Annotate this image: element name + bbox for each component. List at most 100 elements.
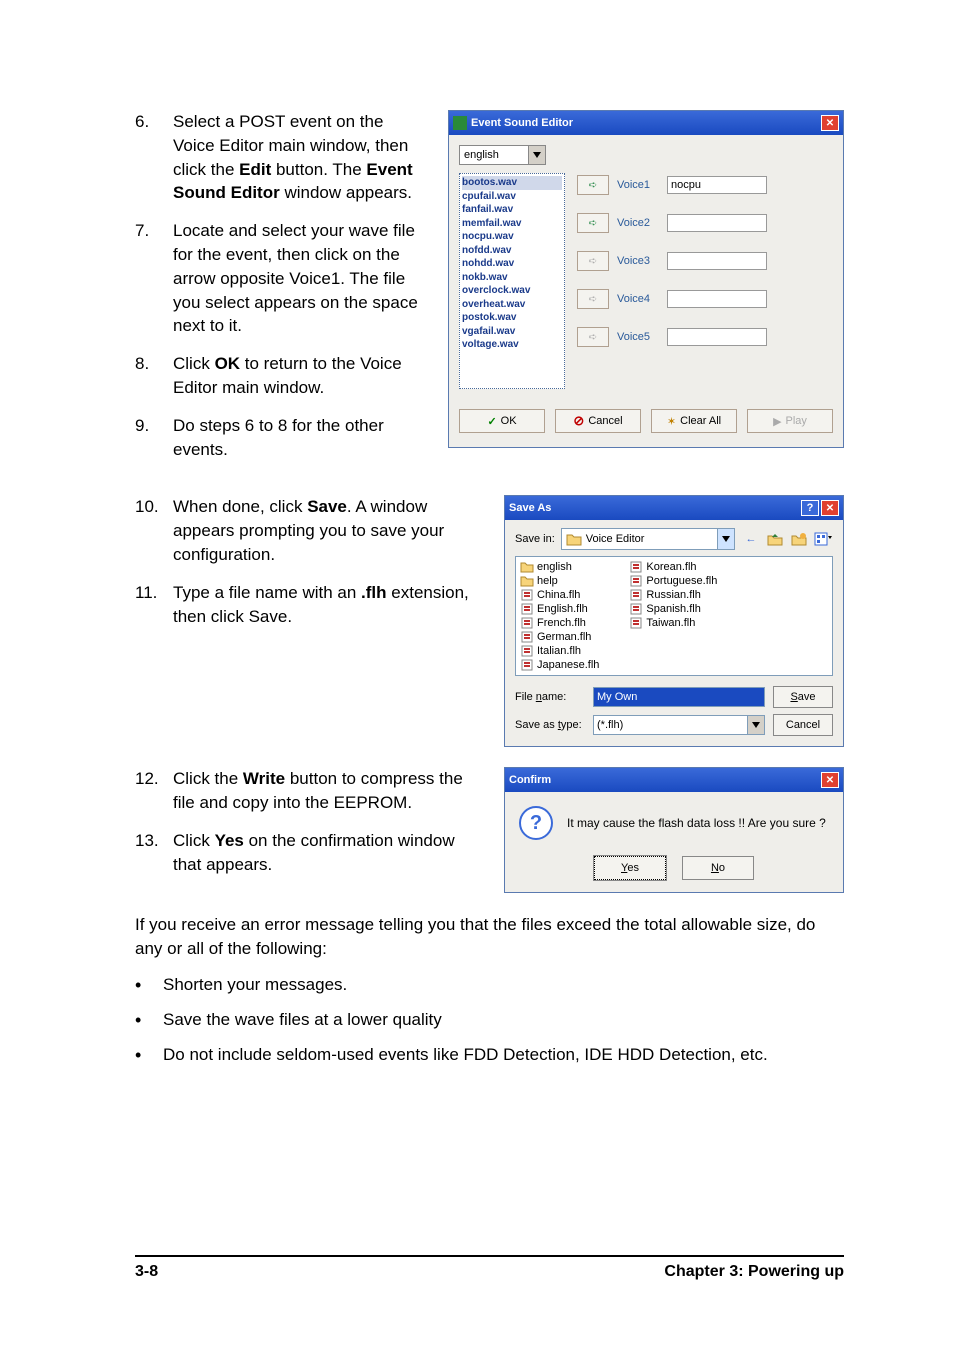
- file-item[interactable]: Russian.flh: [629, 589, 717, 601]
- filetype-input[interactable]: [593, 715, 748, 735]
- language-value: english: [460, 149, 528, 161]
- wav-file-item[interactable]: nocpu.wav: [462, 230, 562, 244]
- play-icon: ▶: [773, 415, 781, 428]
- cancel-button[interactable]: ⊘Cancel: [555, 409, 641, 433]
- wav-file-item[interactable]: fanfail.wav: [462, 203, 562, 217]
- back-icon[interactable]: ←: [741, 529, 761, 549]
- chapter-title: Chapter 3: Powering up: [664, 1263, 844, 1281]
- assign-arrow-button[interactable]: ➪: [577, 175, 609, 195]
- wav-file-list[interactable]: bootos.wavcpufail.wavfanfail.wavmemfail.…: [459, 173, 565, 389]
- cancel-button[interactable]: Cancel: [773, 714, 833, 736]
- wav-file-item[interactable]: bootos.wav: [462, 176, 562, 190]
- save-in-dropdown[interactable]: Voice Editor: [561, 528, 735, 550]
- file-item[interactable]: Spanish.flh: [629, 603, 717, 615]
- voice-input[interactable]: [667, 214, 767, 232]
- wav-file-item[interactable]: cpufail.wav: [462, 190, 562, 204]
- bullet-item: •Do not include seldom-used events like …: [135, 1043, 844, 1068]
- file-item[interactable]: Italian.flh: [520, 645, 599, 657]
- wav-file-item[interactable]: nofdd.wav: [462, 244, 562, 258]
- assign-arrow-button[interactable]: ➪: [577, 289, 609, 309]
- file-item[interactable]: German.flh: [520, 631, 599, 643]
- chevron-down-icon[interactable]: [748, 715, 765, 735]
- yes-button[interactable]: Yes: [594, 856, 666, 880]
- assign-arrow-button[interactable]: ➪: [577, 327, 609, 347]
- file-item[interactable]: French.flh: [520, 617, 599, 629]
- voice-label: Voice4: [617, 293, 659, 305]
- chevron-down-icon[interactable]: [528, 146, 545, 164]
- help-icon[interactable]: ?: [801, 500, 819, 516]
- file-item[interactable]: Korean.flh: [629, 561, 717, 573]
- wav-file-item[interactable]: postok.wav: [462, 311, 562, 325]
- file-item[interactable]: English.flh: [520, 603, 599, 615]
- file-list[interactable]: english help China.flh English.flh French.fl…: [515, 556, 833, 676]
- no-button[interactable]: No: [682, 856, 754, 880]
- confirm-titlebar[interactable]: Confirm ✕: [505, 768, 843, 792]
- filename-input[interactable]: [593, 687, 765, 707]
- voice-input[interactable]: [667, 176, 767, 194]
- check-icon: ✓: [487, 415, 496, 428]
- voice-row: ➪Voice5: [577, 327, 833, 347]
- up-folder-icon[interactable]: [765, 529, 785, 549]
- assign-arrow-button[interactable]: ➪: [577, 251, 609, 271]
- close-icon[interactable]: ✕: [821, 115, 839, 131]
- voice-label: Voice1: [617, 179, 659, 191]
- save-as-dialog: Save As ? ✕ Save in: Voice Editor: [504, 495, 844, 747]
- save-button[interactable]: Save: [773, 686, 833, 708]
- flh-file-icon: [629, 575, 643, 587]
- instruction-step: 9.Do steps 6 to 8 for the other events.: [135, 414, 428, 462]
- saveas-titlebar[interactable]: Save As ? ✕: [505, 496, 843, 520]
- language-dropdown[interactable]: english: [459, 145, 546, 165]
- folder-icon: [520, 561, 534, 573]
- error-paragraph: If you receive an error message telling …: [135, 913, 844, 961]
- file-item[interactable]: Taiwan.flh: [629, 617, 717, 629]
- confirm-dialog: Confirm ✕ ? It may cause the flash data …: [504, 767, 844, 893]
- wav-file-item[interactable]: memfail.wav: [462, 217, 562, 231]
- flh-file-icon: [520, 617, 534, 629]
- view-menu-icon[interactable]: [813, 529, 833, 549]
- ese-titlebar[interactable]: Event Sound Editor ✕: [449, 111, 843, 135]
- ok-button[interactable]: ✓OK: [459, 409, 545, 433]
- voice-input[interactable]: [667, 290, 767, 308]
- flh-file-icon: [629, 603, 643, 615]
- file-item[interactable]: help: [520, 575, 599, 587]
- play-button[interactable]: ▶Play: [747, 409, 833, 433]
- close-icon[interactable]: ✕: [821, 772, 839, 788]
- wav-file-item[interactable]: overclock.wav: [462, 284, 562, 298]
- voice-row: ➪Voice2: [577, 213, 833, 233]
- wav-file-item[interactable]: nohdd.wav: [462, 257, 562, 271]
- voice-label: Voice3: [617, 255, 659, 267]
- instruction-step: 13.Click Yes on the confirmation window …: [135, 829, 484, 877]
- file-item[interactable]: Japanese.flh: [520, 659, 599, 671]
- voice-input[interactable]: [667, 252, 767, 270]
- voice-row: ➪ Voice1: [577, 175, 833, 195]
- file-item[interactable]: english: [520, 561, 599, 573]
- ese-app-icon: [453, 116, 467, 130]
- file-item[interactable]: Portuguese.flh: [629, 575, 717, 587]
- instruction-step: 8.Click OK to return to the Voice Editor…: [135, 352, 428, 400]
- voice-row: ➪ Voice3: [577, 251, 833, 271]
- folder-icon: [520, 575, 534, 587]
- wav-file-item[interactable]: nokb.wav: [462, 271, 562, 285]
- clear-all-button[interactable]: ✶Clear All: [651, 409, 737, 433]
- flh-file-icon: [629, 617, 643, 629]
- file-item[interactable]: China.flh: [520, 589, 599, 601]
- filename-label: File name:: [515, 691, 585, 703]
- flh-file-icon: [520, 631, 534, 643]
- confirm-message: It may cause the flash data loss !! Are …: [567, 816, 826, 830]
- chevron-down-icon[interactable]: [717, 529, 734, 549]
- bullet-item: •Save the wave files at a lower quality: [135, 1008, 844, 1033]
- instruction-step: 6.Select a POST event on the Voice Edito…: [135, 110, 428, 205]
- save-in-value: Voice Editor: [586, 533, 717, 545]
- assign-arrow-button[interactable]: ➪: [577, 213, 609, 233]
- save-in-label: Save in:: [515, 533, 555, 545]
- wav-file-item[interactable]: vgafail.wav: [462, 325, 562, 339]
- broom-icon: ✶: [667, 415, 676, 428]
- wav-file-item[interactable]: overheat.wav: [462, 298, 562, 312]
- new-folder-icon[interactable]: [789, 529, 809, 549]
- voice-input[interactable]: [667, 328, 767, 346]
- close-icon[interactable]: ✕: [821, 500, 839, 516]
- wav-file-item[interactable]: voltage.wav: [462, 338, 562, 352]
- cancel-icon: ⊘: [573, 413, 584, 429]
- page-number: 3-8: [135, 1263, 158, 1281]
- flh-file-icon: [629, 561, 643, 573]
